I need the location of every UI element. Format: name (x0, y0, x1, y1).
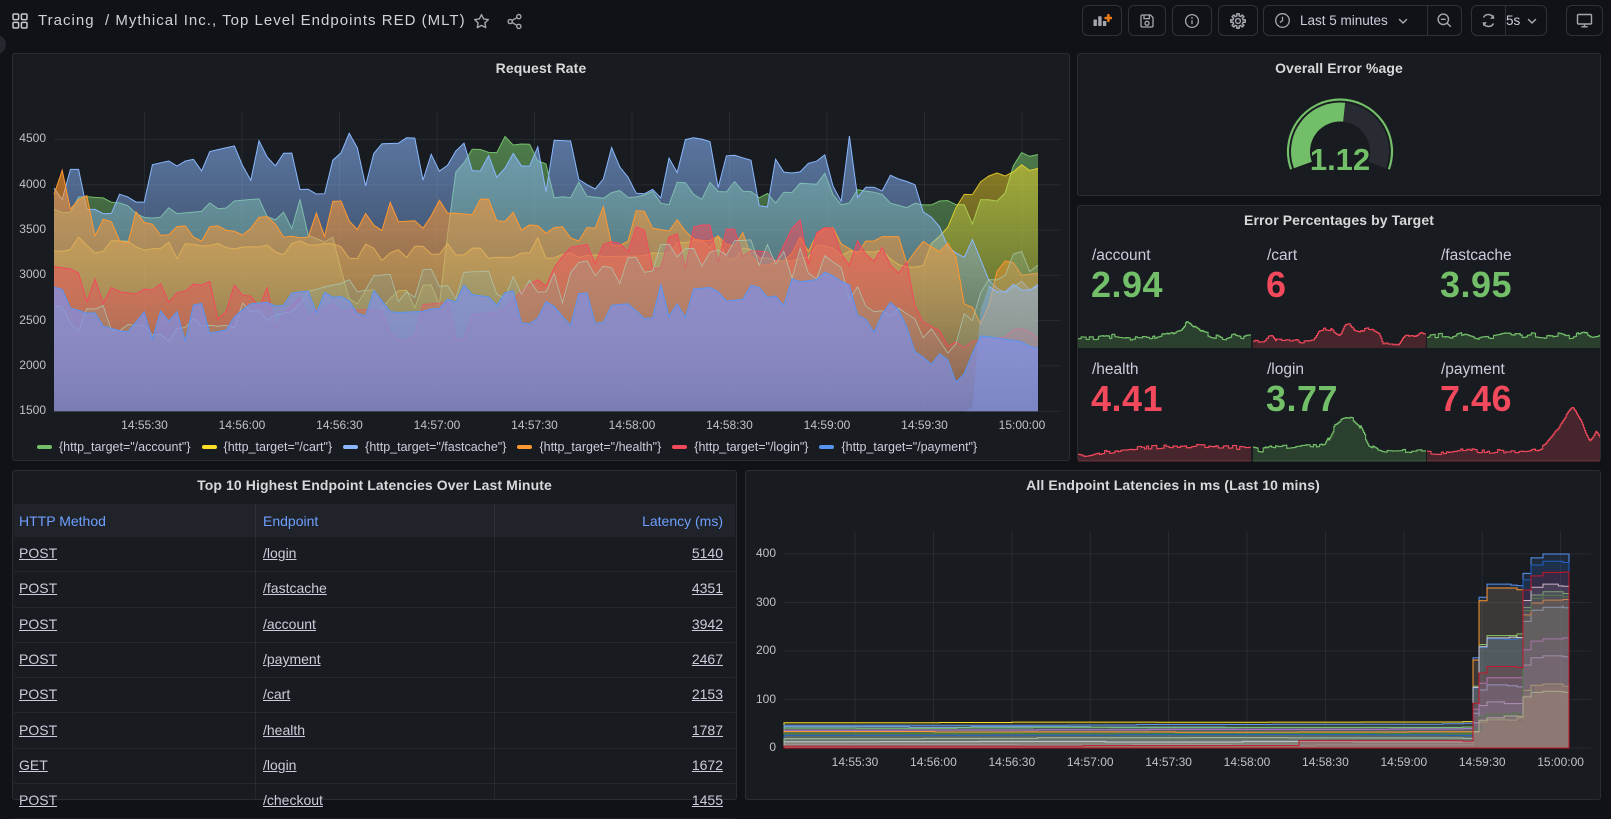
svg-text:1.12: 1.12 (1310, 142, 1370, 177)
